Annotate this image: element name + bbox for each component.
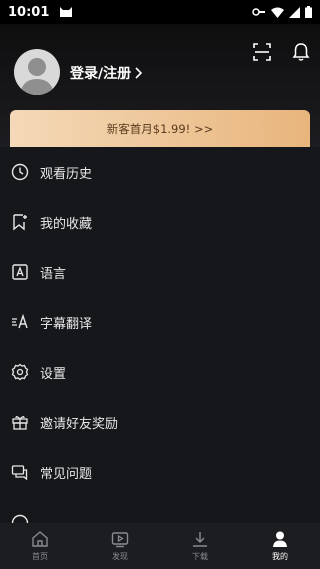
cat-notification-icon [60, 7, 73, 17]
tab-label: 我的 [272, 552, 288, 561]
promo-text: 新客首月$1.99! >> [106, 121, 214, 136]
login-register-link[interactable]: 登录/注册 [70, 63, 143, 83]
status-icons [252, 6, 312, 18]
menu-item-label: 我的收藏 [40, 216, 93, 232]
menu-item-label: 常见问题 [40, 466, 93, 482]
menu-item-partial [0, 510, 320, 524]
tab-mine[interactable]: 我的 [240, 523, 320, 569]
home-icon [32, 531, 48, 547]
bottom-tab-bar: 首页 发现 下载 我的 [0, 523, 320, 569]
tab-home[interactable]: 首页 [0, 523, 80, 569]
subtitle-translate-icon [12, 313, 28, 329]
settings-menu: 观看历史 我的收藏 语言 字幕翻译 设置 邀请好友奖励 常见问题 [0, 147, 320, 497]
vpn-key-icon [252, 8, 265, 16]
signal-icon [289, 6, 300, 18]
wifi-icon [271, 7, 284, 18]
menu-item-settings[interactable]: 设置 [0, 347, 320, 397]
download-icon [193, 532, 207, 547]
default-avatar-icon [20, 58, 54, 95]
avatar[interactable] [14, 49, 60, 95]
tab-download[interactable]: 下载 [160, 523, 240, 569]
chat-bubbles-icon [11, 465, 28, 481]
tab-discover[interactable]: 发现 [80, 523, 160, 569]
gift-icon [12, 416, 28, 430]
user-icon [273, 531, 287, 547]
status-bar: 10:01 [0, 0, 320, 24]
menu-item-subtitle-translate[interactable]: 字幕翻译 [0, 297, 320, 347]
play-screen-icon [111, 532, 129, 548]
login-register-label: 登录/注册 [70, 66, 132, 82]
menu-item-favorites[interactable]: 我的收藏 [0, 197, 320, 247]
clock-icon [11, 163, 29, 181]
bell-icon[interactable] [291, 42, 311, 62]
chevron-right-icon [135, 67, 143, 79]
menu-item-label: 设置 [40, 366, 67, 382]
gear-icon [11, 363, 29, 381]
menu-item-label: 邀请好友奖励 [40, 416, 119, 432]
tab-label: 发现 [112, 552, 128, 561]
language-icon [12, 264, 28, 280]
bookmark-icon [13, 214, 27, 231]
menu-item-watch-history[interactable]: 观看历史 [0, 147, 320, 197]
menu-item-invite-friends[interactable]: 邀请好友奖励 [0, 397, 320, 447]
scan-icon[interactable] [252, 42, 272, 62]
menu-item-language[interactable]: 语言 [0, 247, 320, 297]
promo-banner[interactable]: 新客首月$1.99! >> [10, 110, 310, 147]
tab-label: 首页 [32, 552, 48, 561]
menu-item-faq[interactable]: 常见问题 [0, 447, 320, 497]
status-time: 10:01 [8, 4, 50, 20]
battery-icon [305, 6, 312, 18]
menu-item-label: 语言 [40, 266, 67, 282]
menu-item-label: 观看历史 [40, 166, 93, 182]
tab-label: 下载 [192, 552, 208, 561]
menu-item-label: 字幕翻译 [40, 316, 93, 332]
